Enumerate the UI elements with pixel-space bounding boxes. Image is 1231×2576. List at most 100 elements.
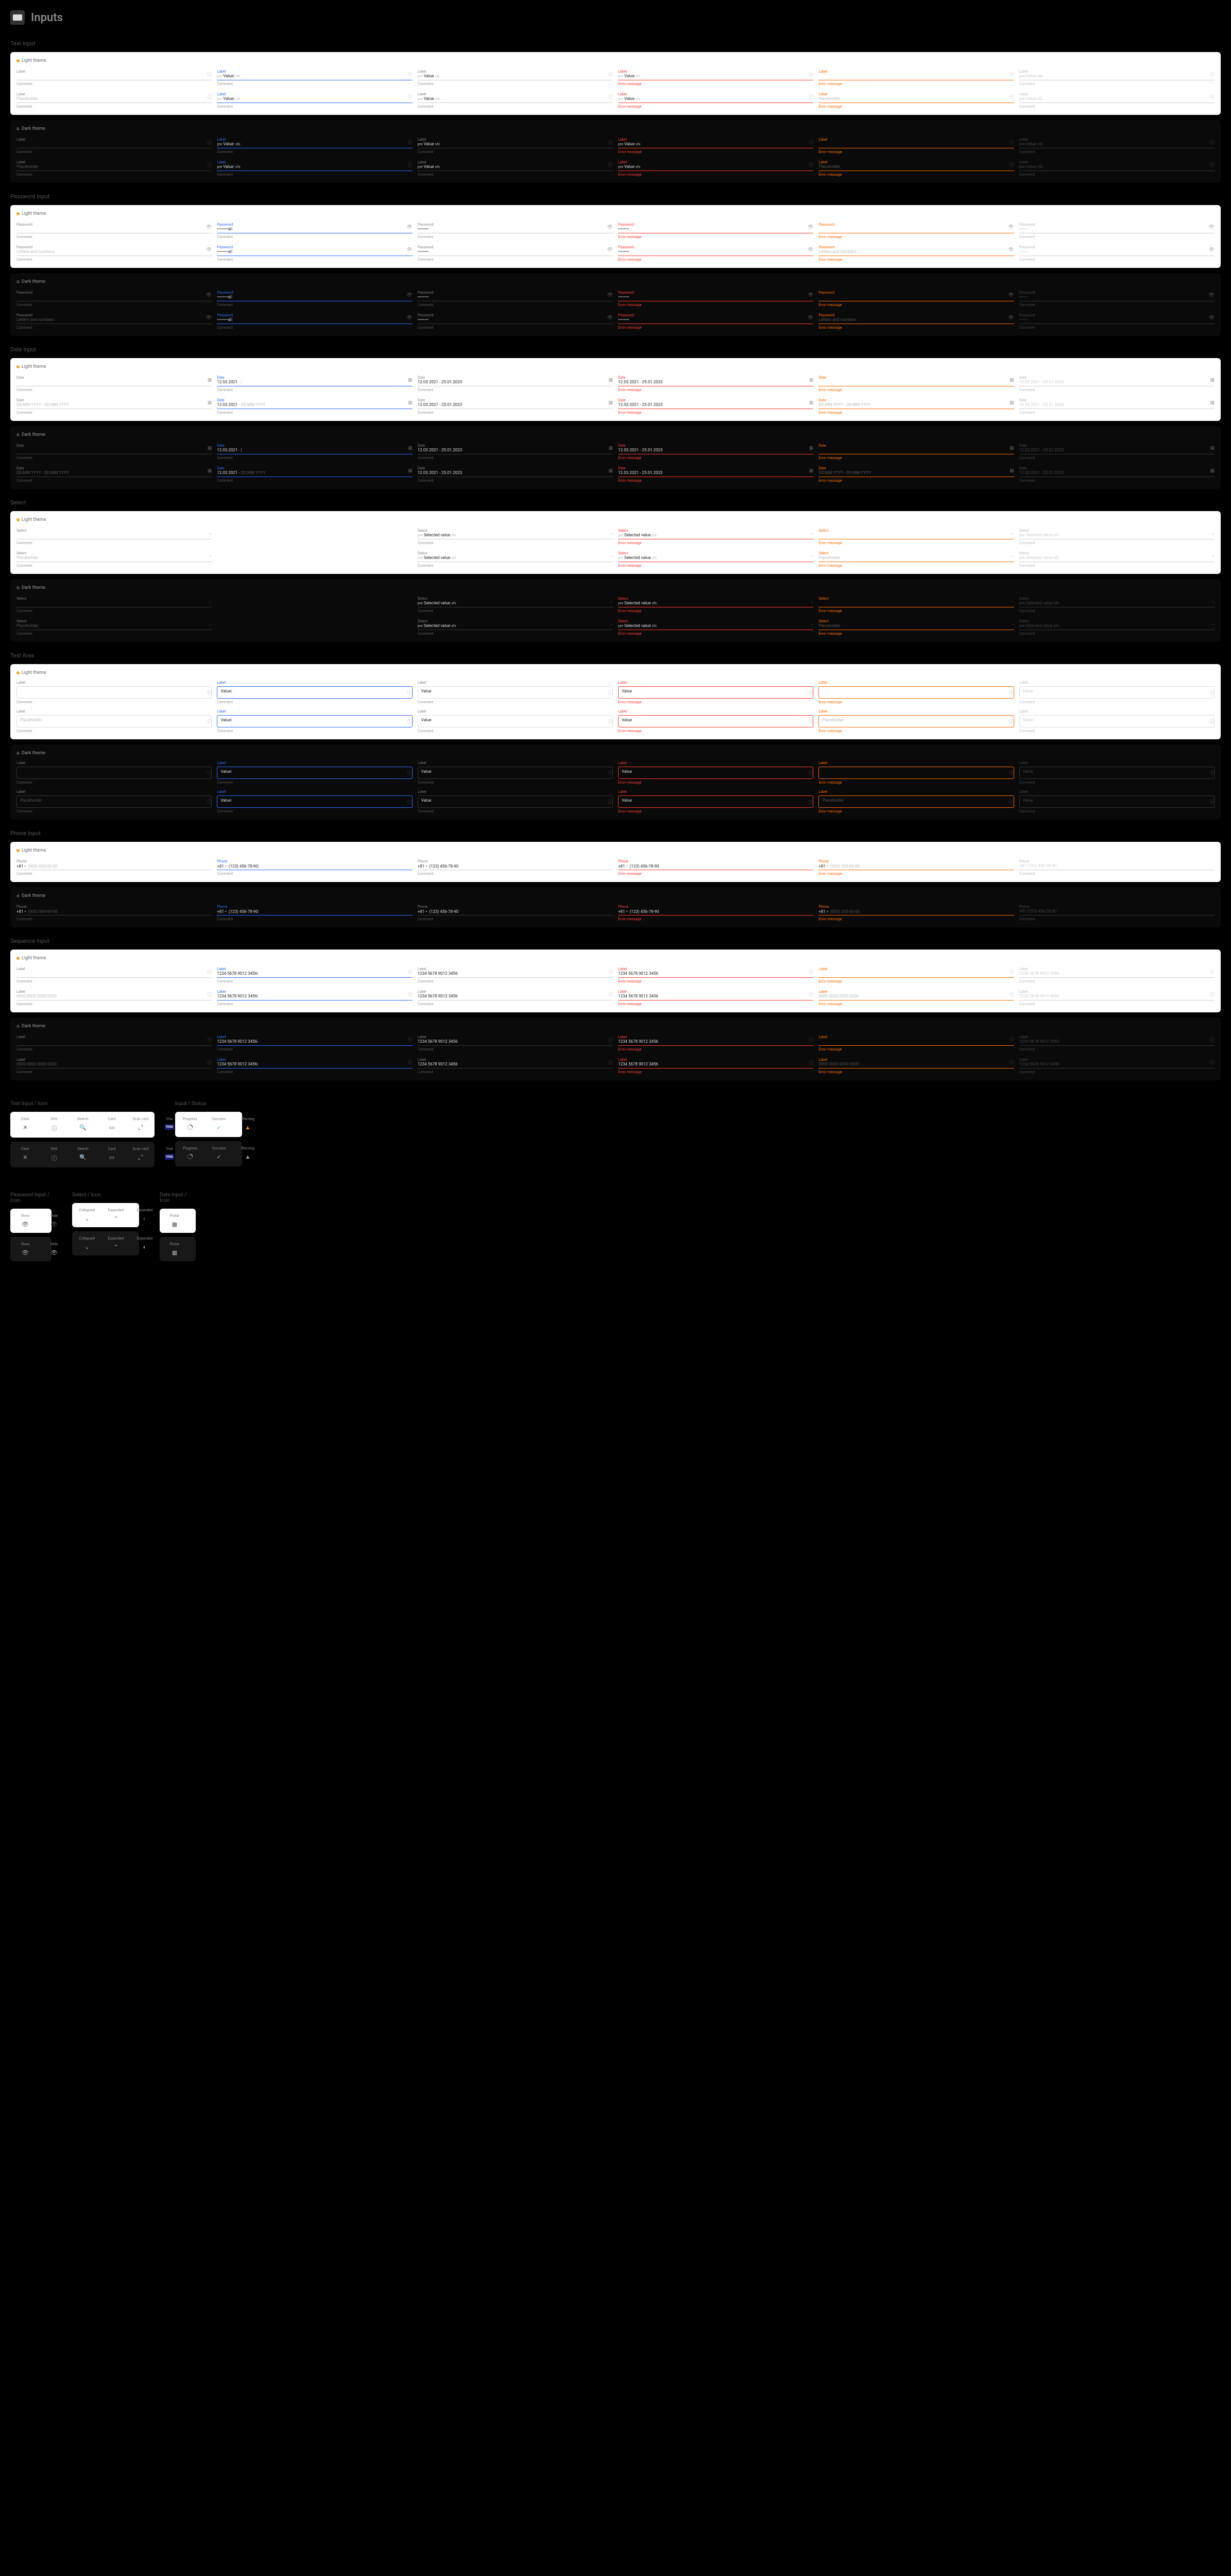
phone-focused[interactable]: Phone+81▾(123) 456-78-90Comment: [217, 904, 412, 921]
phone-error-warn[interactable]: Phone+81▾(000) 000-00-00Error message: [818, 858, 1014, 876]
date-mask-focused[interactable]: Date12.03.2021 - DD.MM.YYYY▦Comment: [217, 397, 412, 415]
password-focused[interactable]: Password••••••••al👁Comment: [217, 222, 412, 239]
textarea-filled[interactable]: LabelValueⓘComment: [418, 761, 613, 785]
sequence-focused[interactable]: Label1234 5678 9012 3456ⓘComment: [217, 1034, 412, 1052]
password-hint[interactable]: PasswordLetters and numbers👁Comment: [16, 244, 212, 262]
password-error[interactable]: Password••••••••👁Error message: [618, 222, 813, 239]
sequence-mask-error-warn[interactable]: Label0000 0000 0000 0000ⓘError message: [818, 989, 1014, 1006]
text-input-focused[interactable]: LabelpreValuesfxⓘ Comment: [217, 69, 412, 86]
date-mask-error-warn[interactable]: DateDD.MM.YYYY - DD.MM.YYYY▦Error messag…: [818, 465, 1014, 483]
date-mask-filled[interactable]: Date12.03.2021 - 25.01.2023▦Comment: [418, 397, 613, 415]
password-hint-error[interactable]: Password••••••••👁Error message: [618, 244, 813, 262]
sequence-mask[interactable]: Label0000 0000 0000 0000ⓘComment: [16, 989, 212, 1006]
sequence-error[interactable]: Label1234 5678 9012 3456ⓘError message: [618, 1034, 813, 1052]
sequence-filled[interactable]: Label1234 5678 9012 3456ⓘComment: [418, 1034, 613, 1052]
sequence-mask-error[interactable]: Label1234 5678 9012 3456ⓘError message: [618, 989, 813, 1006]
text-input-placeholder-error[interactable]: LabelpreValuesfxⓘError message: [618, 159, 813, 177]
text-input-error-warn[interactable]: Label ⓘError message: [818, 137, 1014, 154]
select-filled[interactable]: SelectpreSelected valuesfx⌄Comment: [418, 596, 613, 613]
textarea-placeholder-error[interactable]: LabelValueⓘError message: [618, 790, 813, 814]
select-placeholder[interactable]: SelectPlaceholder⌄Comment: [16, 618, 212, 636]
textarea-focused[interactable]: LabelValueⓘComment: [217, 761, 412, 785]
password-hint-filled[interactable]: Password••••••••👁Comment: [418, 312, 613, 330]
password-default[interactable]: Password 👁Comment: [16, 222, 212, 239]
text-input-focused[interactable]: LabelpreValuesfxⓘComment: [217, 137, 412, 154]
textarea-filled[interactable]: LabelValueⓘComment: [418, 681, 613, 704]
date-mask-focused[interactable]: Date12.03.2021 - DD.MM.YYYY▦Comment: [217, 465, 412, 483]
password-hint[interactable]: PasswordLetters and numbers👁Comment: [16, 312, 212, 330]
textarea-placeholder-focused[interactable]: LabelValueⓘComment: [217, 790, 412, 814]
date-default[interactable]: Date ▦Comment: [16, 375, 212, 392]
sequence-focused[interactable]: Label1234 5678 9012 3456ⓘComment: [217, 966, 412, 984]
date-mask[interactable]: DateDD.MM.YYYY - DD.MM.YYYY▦Comment: [16, 397, 212, 415]
text-input-placeholder-filled[interactable]: LabelpreValuesfxⓘComment: [418, 159, 613, 177]
textarea-focused[interactable]: LabelValueⓘComment: [217, 681, 412, 704]
password-hint-error[interactable]: Password••••••••👁Error message: [618, 312, 813, 330]
sequence-filled[interactable]: Label1234 5678 9012 3456ⓘComment: [418, 966, 613, 984]
select-placeholder[interactable]: SelectPlaceholder⌄Comment: [16, 550, 212, 568]
date-mask[interactable]: DateDD.MM.YYYY - DD.MM.YYYY▦Comment: [16, 465, 212, 483]
sequence-default[interactable]: Label ⓘComment: [16, 966, 212, 984]
select-default[interactable]: Select ⌄Comment: [16, 596, 212, 613]
textarea-error-warn[interactable]: Label ⓘError message: [818, 681, 1014, 704]
date-default[interactable]: Date ▦Comment: [16, 443, 212, 460]
date-error-warn[interactable]: Date ▦Error message: [818, 375, 1014, 392]
select-placeholder-error-warn[interactable]: SelectPlaceholder⌄Error message: [818, 618, 1014, 636]
date-error[interactable]: Date12.03.2021 - 25.01.2023▦Error messag…: [618, 375, 813, 392]
text-input-placeholder-focused[interactable]: LabelpreValuesfxⓘ Comment: [217, 91, 412, 109]
sequence-default[interactable]: Label ⓘComment: [16, 1034, 212, 1052]
select-placeholder-error-warn[interactable]: SelectPlaceholder⌄Error message: [818, 550, 1014, 568]
sequence-mask-filled[interactable]: Label1234 5678 9012 3456ⓘComment: [418, 1057, 613, 1074]
date-focused[interactable]: Date12.03.2021 - |▦Comment: [217, 443, 412, 460]
password-hint-focused[interactable]: Password••••••••al👁Comment: [217, 312, 412, 330]
select-filled[interactable]: SelectpreSelected valuesfx⌄Comment: [418, 528, 613, 545]
textarea-error[interactable]: LabelValueⓘError message: [618, 761, 813, 785]
text-input-error[interactable]: LabelpreValuesfxⓘ Error message: [618, 69, 813, 86]
textarea-placeholder-error-warn[interactable]: LabelPlaceholderⓘError message: [818, 790, 1014, 814]
date-error-warn[interactable]: Date ▦Error message: [818, 443, 1014, 460]
text-input-placeholder-error[interactable]: LabelpreValuesfxⓘ Error message: [618, 91, 813, 109]
password-hint-error-warn[interactable]: PasswordLetters and numbers👁Error messag…: [818, 312, 1014, 330]
phone-error[interactable]: Phone+81▾(123) 456-78-90Error message: [618, 904, 813, 921]
sequence-mask-error-warn[interactable]: Label0000 0000 0000 0000ⓘError message: [818, 1057, 1014, 1074]
select-placeholder-filled[interactable]: SelectpreSelected valuesfx⌄Comment: [418, 550, 613, 568]
textarea-placeholder-error[interactable]: LabelValueⓘError message: [618, 709, 813, 733]
select-placeholder-error[interactable]: SelectpreSelected valuesfx⌄Error message: [618, 618, 813, 636]
textarea-error[interactable]: LabelValueⓘError message: [618, 681, 813, 704]
sequence-error-warn[interactable]: Label ⓘError message: [818, 966, 1014, 984]
date-mask-error[interactable]: Date12.03.2021 - 25.01.2023▦Error messag…: [618, 465, 813, 483]
phone-error[interactable]: Phone+81▾(123) 456-78-90Error message: [618, 858, 813, 876]
text-input-error-warn[interactable]: Label ⓘ Error message: [818, 69, 1014, 86]
date-mask-error-warn[interactable]: DateDD.MM.YYYY - DD.MM.YYYY▦Error messag…: [818, 397, 1014, 415]
textarea-error-warn[interactable]: Label ⓘError message: [818, 761, 1014, 785]
password-hint-filled[interactable]: Password••••••••👁Comment: [418, 244, 613, 262]
select-placeholder-filled[interactable]: SelectpreSelected valuesfx⌄Comment: [418, 618, 613, 636]
text-input-filled[interactable]: LabelpreValuesfxⓘComment: [418, 137, 613, 154]
password-hint-focused[interactable]: Password••••••••al👁Comment: [217, 244, 412, 262]
sequence-mask-focused[interactable]: Label1234 5678 9012 3456ⓘComment: [217, 1057, 412, 1074]
phone-error-warn[interactable]: Phone+81▾(000) 000-00-00Error message: [818, 904, 1014, 921]
password-error-warn[interactable]: Password 👁Error message: [818, 290, 1014, 307]
text-input-placeholder-error-warn[interactable]: LabelPlaceholderⓘ Error message: [818, 91, 1014, 109]
phone-default[interactable]: Phone+81▾(000) 000-00-00Comment: [16, 904, 212, 921]
phone-filled[interactable]: Phone+81▾(123) 456-78-90Comment: [418, 858, 613, 876]
password-error-warn[interactable]: Password 👁Error message: [818, 222, 1014, 239]
select-error[interactable]: SelectpreSelected valuesfx⌄Error message: [618, 596, 813, 613]
text-input-default[interactable]: Label ⓘComment: [16, 137, 212, 154]
select-default[interactable]: Select ⌄Comment: [16, 528, 212, 545]
date-focused[interactable]: Date12.03.2021 - |▦Comment: [217, 375, 412, 392]
textarea-placeholder-filled[interactable]: LabelValueⓘComment: [418, 790, 613, 814]
textarea-placeholder-filled[interactable]: LabelValueⓘComment: [418, 709, 613, 733]
sequence-mask-focused[interactable]: Label1234 5678 9012 3456ⓘComment: [217, 989, 412, 1006]
date-filled[interactable]: Date12.03.2021 - 25.01.2023▦Comment: [418, 375, 613, 392]
select-error-warn[interactable]: Select ⌄Error message: [818, 528, 1014, 545]
sequence-mask[interactable]: Label0000 0000 0000 0000ⓘComment: [16, 1057, 212, 1074]
date-error[interactable]: Date12.03.2021 - 25.01.2023▦Error messag…: [618, 443, 813, 460]
sequence-mask-filled[interactable]: Label1234 5678 9012 3456ⓘComment: [418, 989, 613, 1006]
text-input-placeholder-filled[interactable]: LabelpreValuesfxⓘ Comment: [418, 91, 613, 109]
password-filled[interactable]: Password••••••••👁Comment: [418, 290, 613, 307]
select-error-warn[interactable]: Select ⌄Error message: [818, 596, 1014, 613]
text-input-filled[interactable]: LabelpreValuesfxⓘ Comment: [418, 69, 613, 86]
date-mask-error[interactable]: Date12.03.2021 - 25.01.2023▦Error messag…: [618, 397, 813, 415]
password-filled[interactable]: Password••••••••👁Comment: [418, 222, 613, 239]
